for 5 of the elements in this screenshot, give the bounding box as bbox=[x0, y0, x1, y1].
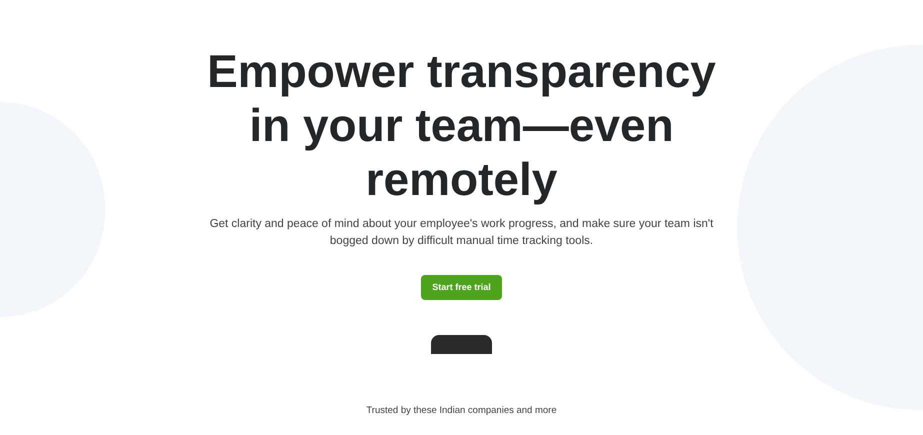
product-image-drawing bbox=[431, 335, 492, 354]
hero-description: Get clarity and peace of mind about your employee's work progress, and make sure your team isn't bogged down by difficult manual time tracking tools. bbox=[208, 217, 714, 249]
start-trial-button[interactable]: Start free trial bbox=[421, 275, 502, 300]
trusted-caption: Trusted by these Indian companies and more bbox=[366, 404, 557, 418]
hero-title: Empower transparency in your team—even remotely bbox=[206, 44, 717, 206]
